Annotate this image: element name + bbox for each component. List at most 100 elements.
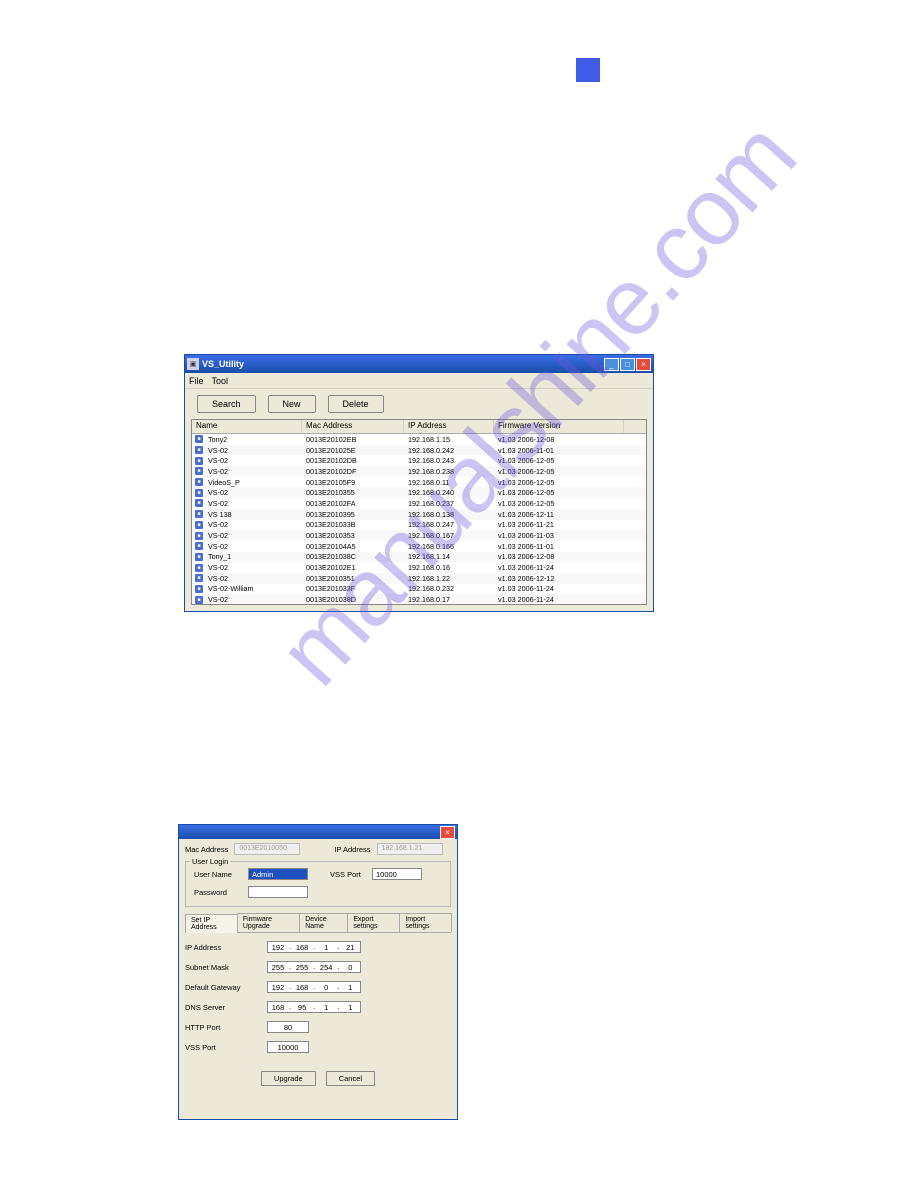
- vss-port-label: VSS Port: [330, 870, 372, 879]
- table-row[interactable]: ■VS-020013E201038D192.168.0.17v1.03 2006…: [192, 594, 646, 605]
- cell-name: VS-02: [206, 531, 302, 540]
- ip-address-label: IP Address: [334, 845, 370, 854]
- tab-export[interactable]: Export settings: [347, 913, 400, 932]
- cell-fw: v1.03 2006-11-24: [494, 563, 624, 572]
- vss-port-input[interactable]: [372, 868, 422, 880]
- vss-port-tab-input[interactable]: [267, 1041, 309, 1053]
- tab-device-name[interactable]: Device Name: [299, 913, 348, 932]
- cell-fw: v1.03 2006-12-08: [494, 552, 624, 561]
- dns-oct-0[interactable]: [268, 1002, 288, 1012]
- cell-mac: 0013E201025E: [302, 446, 404, 455]
- ip-oct-0[interactable]: [268, 942, 288, 952]
- gw-oct-1[interactable]: [292, 982, 312, 992]
- tab-set-ip[interactable]: Set IP Address: [185, 914, 238, 933]
- ip-oct-3[interactable]: [340, 942, 360, 952]
- menu-tool[interactable]: Tool: [212, 376, 229, 386]
- table-row[interactable]: ■VS-020013E20104A5192.168.0.166v1.03 200…: [192, 541, 646, 552]
- titlebar[interactable]: ▣ VS_Utility _ □ ×: [185, 355, 653, 373]
- gw-oct-2[interactable]: [316, 982, 336, 992]
- search-button[interactable]: Search: [197, 395, 256, 413]
- upgrade-button[interactable]: Upgrade: [261, 1071, 316, 1086]
- cell-mac: 0013E20102DF: [302, 467, 404, 476]
- gw-oct-3[interactable]: [340, 982, 360, 992]
- ip-oct-1[interactable]: [292, 942, 312, 952]
- mac-address-label: Mac Address: [185, 845, 228, 854]
- cell-fw: v1.03 2006-11-01: [494, 446, 624, 455]
- table-row[interactable]: ■Tony_10013E201038C192.168.1.14v1.03 200…: [192, 552, 646, 563]
- sn-oct-2[interactable]: [316, 962, 336, 972]
- cell-ip: 192.168.0.232: [404, 584, 494, 593]
- device-icon: ■: [192, 532, 206, 540]
- dns-oct-2[interactable]: [316, 1002, 336, 1012]
- table-row[interactable]: ■VS-020013E2010355192.168.0.240v1.03 200…: [192, 487, 646, 498]
- device-icon: ■: [192, 435, 206, 443]
- page-marker: [576, 58, 600, 82]
- vs-utility-window: ▣ VS_Utility _ □ × File Tool Search New …: [184, 354, 654, 612]
- col-fw-header[interactable]: Firmware Version: [494, 420, 624, 433]
- close-button[interactable]: ×: [636, 358, 651, 371]
- password-input[interactable]: [248, 886, 308, 898]
- maximize-button[interactable]: □: [620, 358, 635, 371]
- col-ip-header[interactable]: IP Address: [404, 420, 494, 433]
- table-row[interactable]: ■VS-020013E20102FA192.168.0.237v1.03 200…: [192, 498, 646, 509]
- table-row[interactable]: ■VS-02-William0013E201033F192.168.0.232v…: [192, 584, 646, 595]
- device-icon: ■: [192, 499, 206, 507]
- device-icon: ■: [192, 553, 206, 561]
- username-label: User Name: [194, 870, 248, 879]
- table-row[interactable]: ■VS-020013E20102E1192.168.0.16v1.03 2006…: [192, 562, 646, 573]
- col-mac-header[interactable]: Mac Address: [302, 420, 404, 433]
- table-row[interactable]: ■VideoS_P0013E20105F9192.168.0.11v1.03 2…: [192, 477, 646, 488]
- cell-mac: 0013E20102DB: [302, 456, 404, 465]
- cell-fw: v1.03 2006-11-21: [494, 520, 624, 529]
- cell-name: VS-02: [206, 488, 302, 497]
- table-row[interactable]: ■VS-020013E201033B192.168.0.247v1.03 200…: [192, 520, 646, 531]
- sn-oct-1[interactable]: [292, 962, 312, 972]
- table-row[interactable]: ■VS 1380013E2010395192.168.0.138v1.03 20…: [192, 509, 646, 520]
- tab-import[interactable]: Import settings: [399, 913, 452, 932]
- http-port-input[interactable]: [267, 1021, 309, 1033]
- tab-firmware[interactable]: Firmware Upgrade: [237, 913, 300, 932]
- cell-mac: 0013E201038C: [302, 552, 404, 561]
- table-row[interactable]: ■Tony20013E20102EB192.168.1.15v1.03 2006…: [192, 434, 646, 445]
- table-row[interactable]: ■VS-020013E20102DF192.168.0.238v1.03 200…: [192, 466, 646, 477]
- cancel-button[interactable]: Cancel: [326, 1071, 375, 1086]
- cell-ip: 192.168.1.22: [404, 574, 494, 583]
- ip-oct-2[interactable]: [316, 942, 336, 952]
- cell-ip: 192.168.0.11: [404, 478, 494, 487]
- subnet-input[interactable]: . . .: [267, 961, 361, 973]
- cell-name: VS-02: [206, 446, 302, 455]
- gateway-input[interactable]: . . .: [267, 981, 361, 993]
- menu-file[interactable]: File: [189, 376, 204, 386]
- cell-mac: 0013E201033B: [302, 520, 404, 529]
- cell-fw: v1.03 2006-12-05: [494, 456, 624, 465]
- dns-oct-3[interactable]: [340, 1002, 360, 1012]
- new-button[interactable]: New: [268, 395, 316, 413]
- cell-mac: 0013E20104A5: [302, 542, 404, 551]
- cell-fw: v1.03 2006-12-05: [494, 478, 624, 487]
- table-row[interactable]: ■VS-020013E2010353192.168.0.167v1.03 200…: [192, 530, 646, 541]
- cell-fw: v1.03 2006-12-12: [494, 574, 624, 583]
- tab-content-set-ip: IP Address . . . Subnet Mask . . . Def: [185, 941, 451, 1053]
- table-row[interactable]: ■VS-020013E2010351192.168.1.22v1.03 2006…: [192, 573, 646, 584]
- minimize-button[interactable]: _: [604, 358, 619, 371]
- delete-button[interactable]: Delete: [328, 395, 384, 413]
- device-icon: ■: [192, 564, 206, 572]
- dns-input[interactable]: . . .: [267, 1001, 361, 1013]
- dialog-close-button[interactable]: ×: [440, 826, 455, 839]
- cell-name: VS-02: [206, 595, 302, 604]
- cell-ip: 192.168.1.14: [404, 552, 494, 561]
- ip-addr-input[interactable]: . . .: [267, 941, 361, 953]
- gw-oct-0[interactable]: [268, 982, 288, 992]
- sn-oct-0[interactable]: [268, 962, 288, 972]
- toolbar: Search New Delete: [185, 389, 653, 419]
- dialog-titlebar[interactable]: ×: [179, 825, 457, 839]
- username-input[interactable]: [248, 868, 308, 880]
- cell-name: VS-02: [206, 563, 302, 572]
- sn-oct-3[interactable]: [340, 962, 360, 972]
- user-login-fieldset: User Login User Name VSS Port Password: [185, 861, 451, 907]
- col-name-header[interactable]: Name: [192, 420, 302, 433]
- dns-oct-1[interactable]: [292, 1002, 312, 1012]
- table-row[interactable]: ■VS-020013E20102DB192.168.0.243v1.03 200…: [192, 455, 646, 466]
- table-row[interactable]: ■VS-020013E201025E192.168.0.242v1.03 200…: [192, 445, 646, 456]
- cell-mac: 0013E20105F9: [302, 478, 404, 487]
